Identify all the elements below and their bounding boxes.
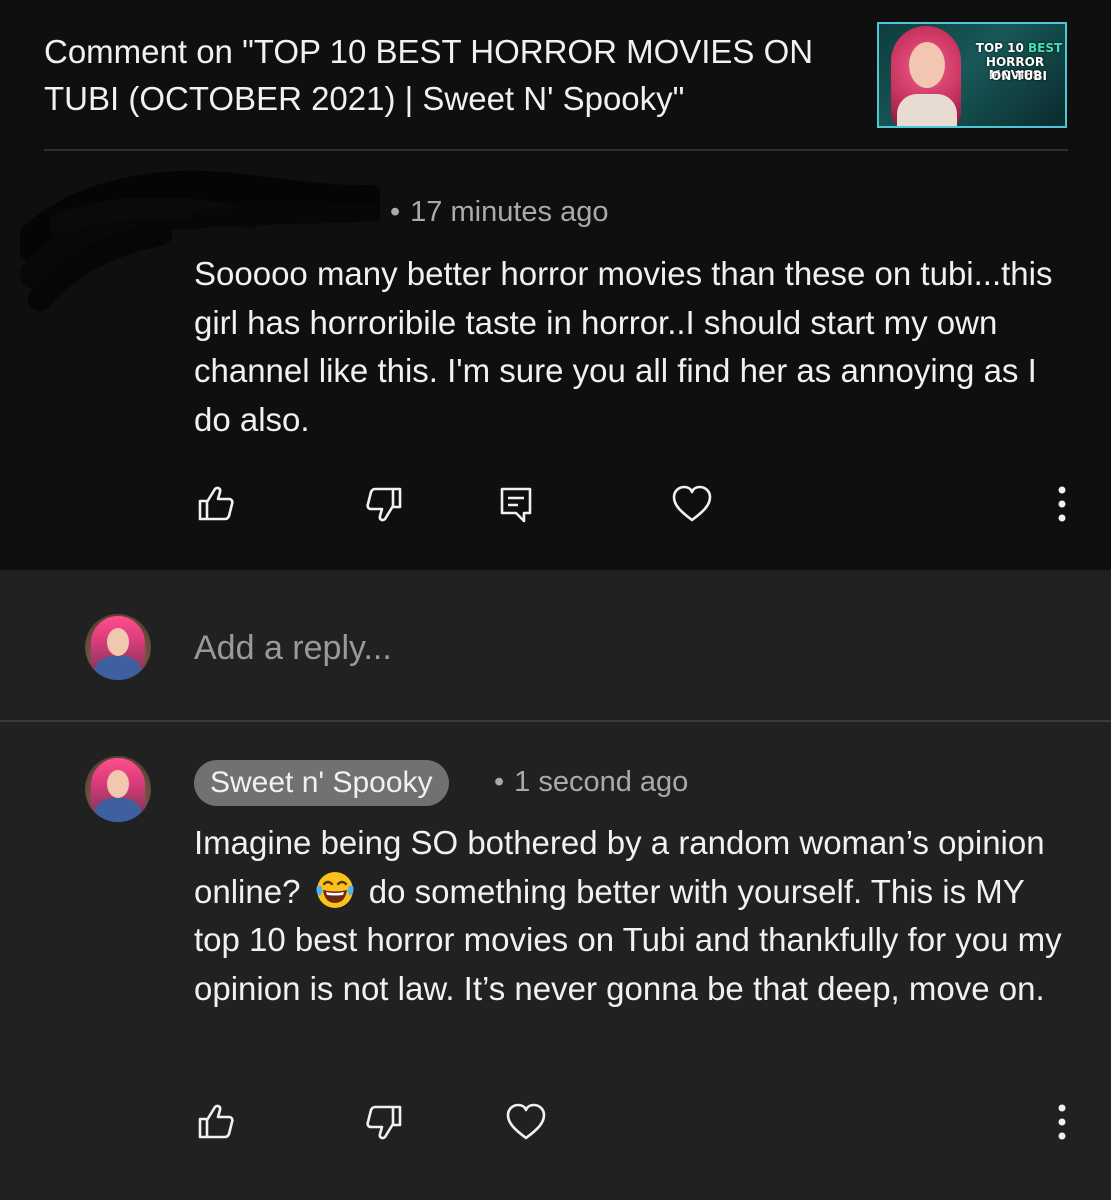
page-title: Comment on "TOP 10 BEST HORROR MOVIES ON…: [44, 33, 814, 117]
dislike-button[interactable]: [362, 482, 406, 526]
author-badge[interactable]: Sweet n' Spooky: [194, 760, 449, 806]
comment-text: Imagine being SO bothered by a random wo…: [194, 819, 1074, 1013]
comment-meta: • 1 second ago: [494, 766, 688, 799]
thumbnail-text-line3: ON TUBI: [991, 69, 1047, 83]
original-comment: • 17 minutes ago Sooooo many better horro…: [0, 152, 1111, 570]
laughing-tears-emoji-icon: [316, 871, 354, 908]
comment-thread-page: Comment on "TOP 10 BEST HORROR MOVIES ON…: [0, 0, 1111, 1200]
heart-icon: [506, 1103, 546, 1140]
comment-meta: • 17 minutes ago: [390, 196, 608, 229]
reply-button[interactable]: [494, 482, 538, 526]
thumbs-up-icon: [198, 486, 234, 521]
avatar-face: [107, 770, 129, 798]
like-button[interactable]: [194, 482, 238, 526]
heart-button[interactable]: [504, 1100, 548, 1144]
avatar-body: [93, 798, 143, 822]
thumbs-up-icon: [198, 1104, 234, 1139]
creator-reply: Sweet n' Spooky • 1 second ago Imagine be…: [0, 722, 1111, 1200]
comment-text: Sooooo many better horror movies than th…: [194, 255, 1053, 438]
thumbnail-text-line1: TOP 10 BEST: [975, 41, 1063, 55]
thumbnail-person-face: [909, 42, 945, 88]
like-button[interactable]: [194, 1100, 238, 1144]
thumbs-down-icon: [366, 1105, 402, 1140]
header-divider: [44, 149, 1068, 151]
avatar-face: [107, 628, 129, 656]
video-thumbnail[interactable]: TOP 10 BEST HORROR MOVIES ON TUBI: [877, 22, 1067, 128]
meta-separator: •: [390, 196, 401, 228]
more-options-button[interactable]: [1040, 1100, 1084, 1144]
comment-icon: [500, 487, 532, 523]
thumbnail-person-body: [897, 94, 957, 126]
avatar[interactable]: [85, 756, 151, 822]
more-options-button[interactable]: [1040, 482, 1084, 526]
avatar-body: [93, 656, 143, 680]
comment-timestamp: 1 second ago: [514, 766, 689, 798]
avatar: [85, 614, 151, 680]
heart-icon: [672, 485, 712, 522]
comment-timestamp: 17 minutes ago: [410, 196, 609, 228]
thumbs-down-icon: [366, 487, 402, 522]
reply-input[interactable]: [194, 620, 994, 676]
dislike-button[interactable]: [362, 1100, 406, 1144]
meta-separator: •: [494, 766, 505, 798]
more-vertical-icon: [1058, 1104, 1066, 1140]
comment-header: Comment on "TOP 10 BEST HORROR MOVIES ON…: [0, 0, 1111, 151]
comment-actions: [0, 1100, 1111, 1150]
add-reply-bar: [0, 570, 1111, 720]
more-vertical-icon: [1058, 486, 1066, 522]
heart-button[interactable]: [670, 482, 714, 526]
comment-actions: [0, 482, 1111, 532]
